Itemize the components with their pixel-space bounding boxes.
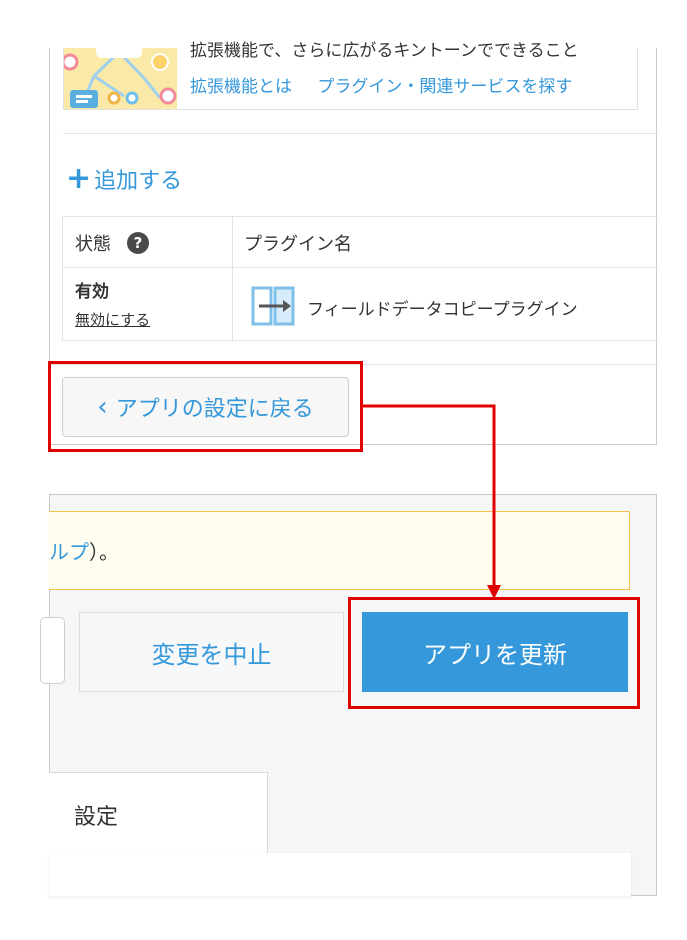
cancel-changes-button[interactable]: 変更を中止 [79,612,344,692]
partial-button[interactable] [40,617,65,684]
status-header-label: 状態 [75,234,111,255]
notice-tail: ）。 [89,540,119,564]
link-find-plugins[interactable]: プラグイン・関連サービスを探す [317,77,572,97]
column-header-plugin-name: プラグイン名 [244,234,352,255]
network-illustration-icon [64,48,177,109]
disable-plugin-link[interactable]: 無効にする [75,309,150,330]
divider [63,133,657,134]
notice-text: ルプ）。 [49,536,119,565]
help-icon[interactable]: ? [127,232,149,254]
column-divider [232,217,233,342]
plugin-icon [251,286,295,326]
banner-links: 拡張機能とは プラグイン・関連サービスを探す [190,72,592,97]
add-plugin-label: 追加する [94,169,183,194]
highlight-box-update [348,597,640,709]
highlight-box-back [48,361,363,452]
banner-headline: 拡張機能で、さらに広がるキントーンでできること [190,41,579,61]
plus-icon: + [66,161,92,196]
plugin-table-header [63,217,657,268]
banner-illustration [64,48,177,109]
settings-content-area [49,853,631,896]
column-header-status: 状態 ? [75,230,149,256]
plugin-name: フィールドデータコピープラグイン [307,300,578,320]
link-about-extensions[interactable]: 拡張機能とは [190,77,292,97]
notice-banner [49,511,630,590]
plugin-table: 状態 ? プラグイン名 有効 無効にする フィールドデータコピープラグイン [62,216,657,342]
notice-help-link[interactable]: ルプ [49,540,89,564]
add-plugin-button[interactable]: + 追加する [66,163,182,195]
tab-settings-label: 設定 [74,805,119,830]
plugin-status: 有効 [75,282,109,302]
